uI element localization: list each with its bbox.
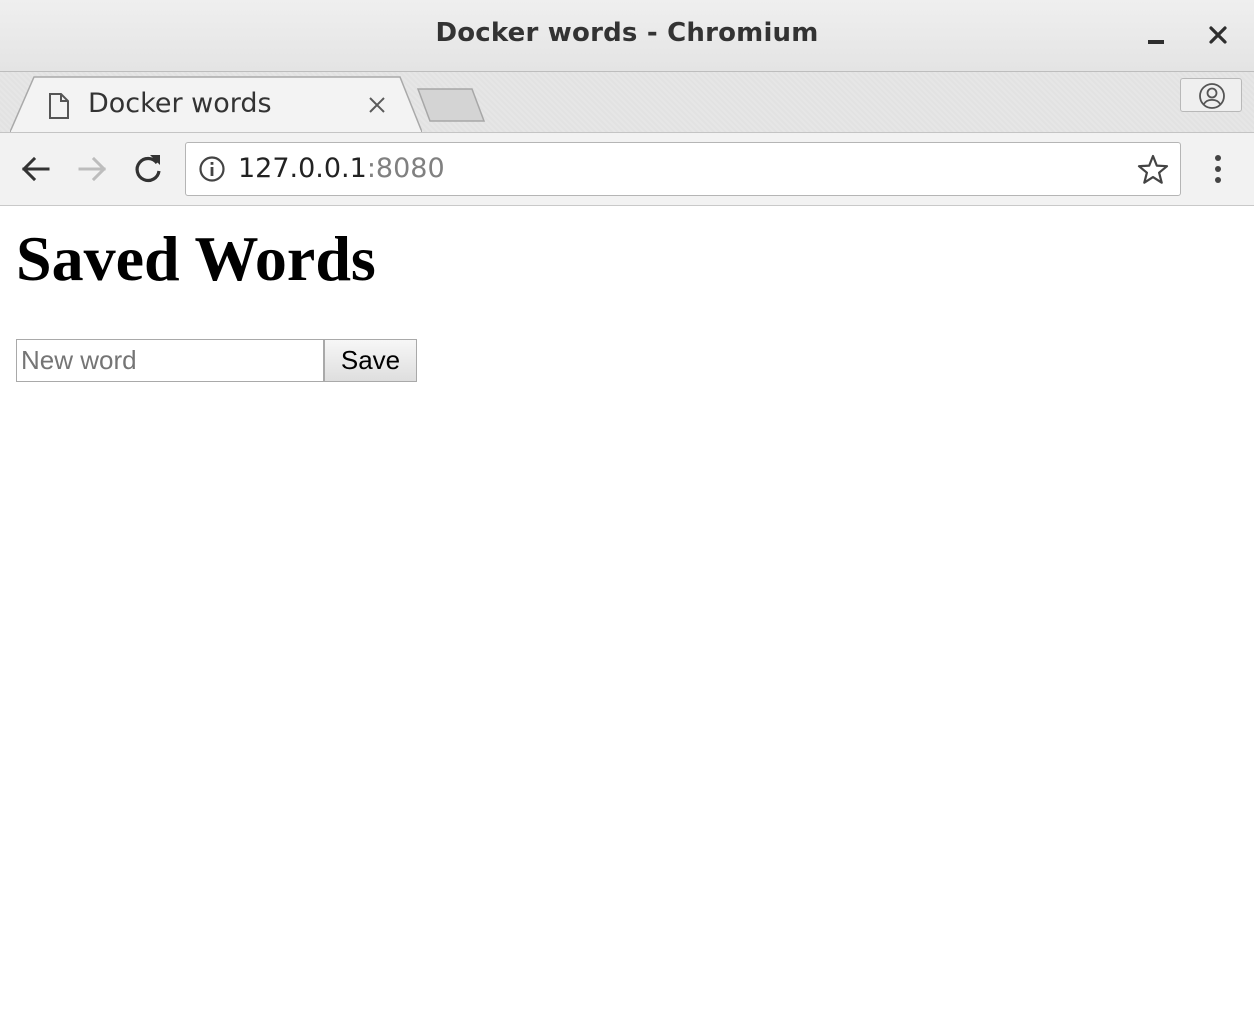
star-icon [1137, 154, 1169, 184]
arrow-left-icon [21, 156, 50, 182]
close-icon [1209, 26, 1227, 44]
arrow-right-icon [78, 156, 107, 182]
url-text: 127.0.0.1:8080 [238, 153, 445, 184]
reload-button[interactable] [130, 151, 166, 187]
tab-strip: Docker words [0, 72, 1254, 134]
forward-button[interactable] [74, 151, 110, 187]
info-icon[interactable] [198, 155, 226, 183]
browser-toolbar: 127.0.0.1:8080 [0, 132, 1254, 206]
new-tab-icon [416, 88, 486, 122]
page-content: Saved Words Save [0, 206, 1254, 1031]
tab-close-button[interactable] [366, 94, 388, 116]
address-bar[interactable]: 127.0.0.1:8080 [185, 142, 1181, 196]
window-close-button[interactable] [1203, 20, 1233, 50]
url-port: :8080 [366, 153, 445, 184]
back-button[interactable] [18, 151, 54, 187]
menu-button[interactable] [1204, 151, 1232, 187]
profile-button[interactable] [1180, 78, 1242, 112]
close-icon [369, 97, 385, 113]
url-host: 127.0.0.1 [238, 153, 367, 184]
page-icon [49, 93, 69, 119]
tab-title: Docker words [88, 88, 272, 119]
more-vertical-icon [1215, 155, 1221, 183]
window-title: Docker words - Chromium [435, 18, 819, 48]
reload-icon [135, 155, 161, 183]
profile-icon [1199, 83, 1225, 109]
new-tab-button[interactable] [416, 88, 488, 124]
page-title: Saved Words [16, 223, 376, 294]
save-button[interactable]: Save [324, 339, 417, 382]
tab-docker-words[interactable]: Docker words [10, 76, 422, 134]
bookmark-button[interactable] [1136, 153, 1170, 187]
new-word-input[interactable] [16, 339, 324, 382]
minimize-button[interactable] [1142, 20, 1172, 50]
browser-window: Docker words - Chromium Docker words 127… [0, 0, 1254, 1031]
title-bar: Docker words - Chromium [0, 0, 1254, 72]
